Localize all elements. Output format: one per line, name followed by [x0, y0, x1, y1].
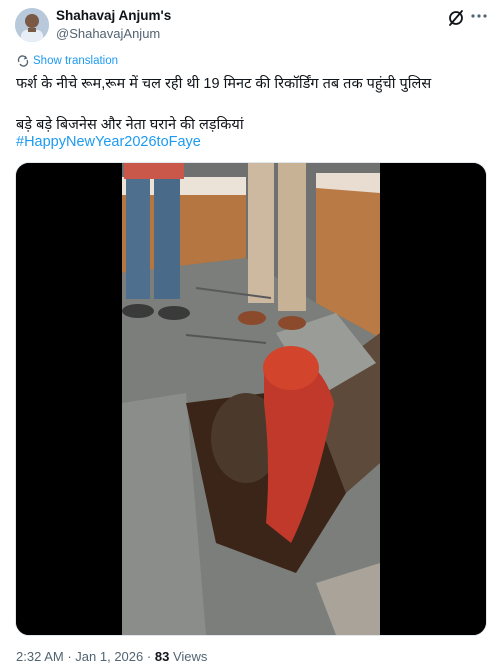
post-metadata: 2:32 AM · Jan 1, 2026 · 83 Views — [16, 649, 207, 664]
post-text-line-2: बड़े बड़े बिजनेस और नेता घराने की लड़किय… — [16, 117, 244, 133]
more-options-icon[interactable] — [467, 4, 491, 28]
hashtag-link[interactable]: #HappyNewYear2026toFaye — [16, 134, 201, 150]
post-date[interactable]: Jan 1, 2026 — [75, 649, 143, 664]
views-label: Views — [172, 649, 208, 664]
author-display-name[interactable]: Shahavaj Anjum's — [56, 8, 171, 23]
translate-icon — [17, 55, 29, 67]
separator: · — [67, 649, 72, 664]
post-text-line-1: फर्श के नीचे रूम,रूम में चल रही थी 19 मि… — [16, 76, 432, 92]
avatar-image — [15, 8, 49, 42]
post-time[interactable]: 2:32 AM — [16, 649, 64, 664]
avatar[interactable] — [15, 8, 49, 42]
author-handle[interactable]: @ShahavajAnjum — [56, 26, 160, 41]
grok-icon[interactable] — [446, 8, 466, 28]
views-count: 83 — [154, 649, 170, 664]
separator: · — [146, 649, 152, 664]
video-frame — [16, 163, 486, 635]
post-video[interactable] — [15, 162, 487, 636]
show-translation-label: Show translation — [33, 55, 119, 67]
show-translation-link[interactable]: Show translation — [17, 55, 118, 67]
